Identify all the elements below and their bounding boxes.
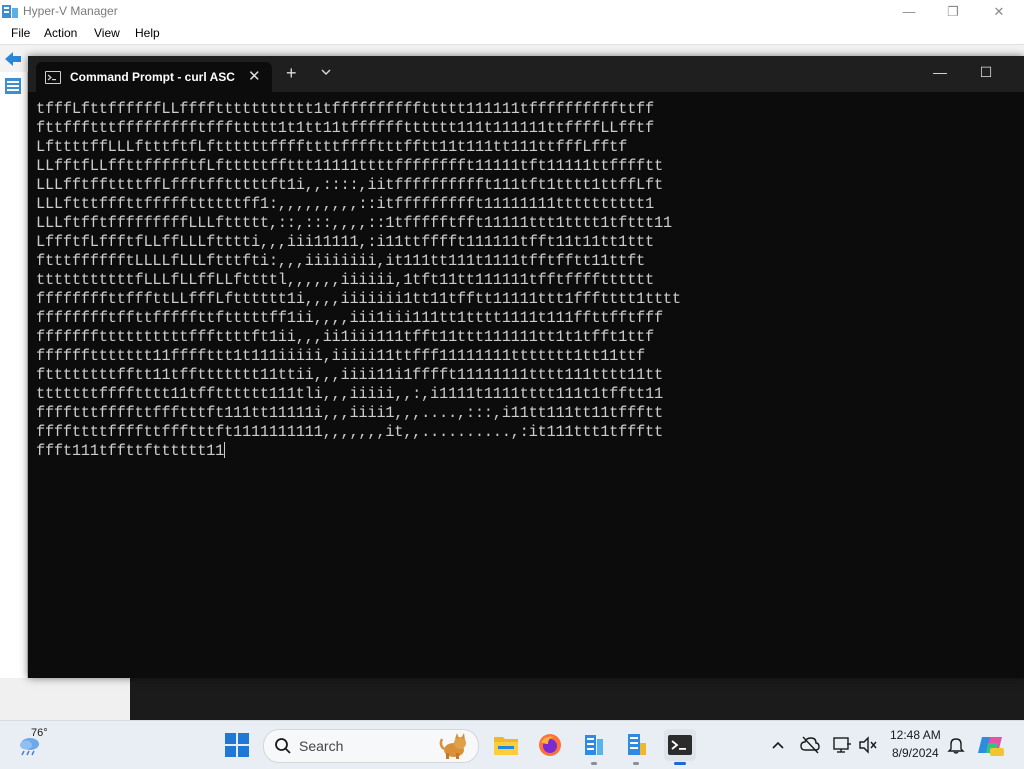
terminal-icon (668, 735, 692, 755)
bell-icon[interactable] (946, 735, 966, 755)
cmd-icon (45, 71, 61, 84)
hyperv-close-button[interactable]: ✕ (976, 0, 1022, 23)
terminal-line-text: ffft111tffttftttttt11 (36, 442, 225, 460)
active-indicator (674, 762, 686, 765)
hyperv-restore-button[interactable]: ❐ (930, 0, 976, 23)
terminal-line: ffffffffttfffttLLfffLftttttt1i,,,,iiiiii… (36, 290, 1016, 309)
terminal-app[interactable] (664, 729, 696, 765)
terminal-line: tfffLfttffffffLLffffttttttttttt1tfffffff… (36, 100, 1016, 119)
terminal-line-text: tfffLfttffffffLLffffttttttttttt1tfffffff… (36, 100, 654, 118)
terminal-minimize-button[interactable]: — (917, 56, 963, 92)
terminal-line-text: LffftfLffftfLLffLLLftttti,,,iii11111,:i1… (36, 233, 654, 251)
running-indicator (633, 762, 639, 765)
terminal-line-text: LLLftttfffttfffffttttttff1:,,,,,,,,,::it… (36, 195, 654, 213)
hyperv-title: Hyper-V Manager (23, 4, 118, 18)
terminal-line-text: fttttttttfftt11tffttttttt11ttii,,,iiii11… (36, 366, 663, 384)
hyperv-server-icon (585, 735, 603, 755)
weather-temperature: 76° (31, 727, 48, 739)
chevron-down-icon[interactable] (320, 66, 332, 78)
terminal-line: LLLftfftfffffffffLLLfttttt,::,:::,,,,::1… (36, 214, 1016, 233)
search-placeholder: Search (299, 738, 344, 754)
hyperv-app-icon (2, 5, 18, 18)
terminal-tab-title: Command Prompt - curl ASC (70, 70, 235, 84)
terminal-line: fttffftttffffffffftfffttttt1t1tt11tfffff… (36, 119, 1016, 138)
background-window-edge (130, 678, 1024, 720)
terminal-line-text: LLLftfftfffffffffLLLfttttt,::,:::,,,,::1… (36, 214, 672, 232)
terminal-tabbar: Command Prompt - curl ASC ✕ + — ☐ (28, 56, 1024, 92)
hyperv-tree-icon[interactable] (5, 78, 21, 94)
terminal-line: tttttttttttfLLLfLLffLLfttttl,,,,,,iiiiii… (36, 271, 1016, 290)
weather-widget[interactable]: 76° (18, 727, 78, 760)
terminal-line: ffft111tffttftttttt11 (36, 442, 1016, 461)
hyperv-minimize-button[interactable]: — (886, 0, 932, 23)
terminal-maximize-button[interactable]: ☐ (963, 56, 1009, 92)
terminal-output[interactable]: tfffLfttffffffLLffffttttttttttt1tfffffff… (36, 100, 1016, 670)
terminal-line-text: LfttttffLLLftttftfLfttttttffffttttfffftt… (36, 138, 628, 156)
menu-view[interactable]: View (94, 26, 120, 40)
terminal-line: LffftfLffftfLLffLLLftttti,,,iii11111,:i1… (36, 233, 1016, 252)
hyper-v-app-1[interactable] (578, 729, 610, 765)
menu-action[interactable]: Action (44, 26, 77, 40)
terminal-line-text: fffftttffffttffftttft111tt11111i,,,iiii1… (36, 404, 663, 422)
hyper-v-app-2[interactable] (620, 729, 652, 765)
taskbar-search-box[interactable]: Search (263, 729, 479, 763)
search-icon (275, 738, 291, 754)
terminal-line: ffffffttttttt11ffffttt1t111iiiii,iiiii11… (36, 347, 1016, 366)
terminal-line: fffffffftffttfffffttftttttff1ii,,,,iii1i… (36, 309, 1016, 328)
terminal-line-text: tttttttfffftttt11tfftttttt111tli,,,iiiii… (36, 385, 663, 403)
hyperv-titlebar: Hyper-V Manager — ❐ ✕ (0, 0, 1024, 23)
copilot-icon[interactable] (978, 733, 1004, 757)
hyperv-server-icon (628, 734, 646, 755)
terminal-line: fffftttffffttffftttft111tt11111i,,,iiii1… (36, 404, 1016, 423)
terminal-tab[interactable]: Command Prompt - curl ASC ✕ (36, 62, 272, 92)
terminal-line: LLLfftffttttffLffftfftttttft1i,,::::,iit… (36, 176, 1016, 195)
back-arrow-icon[interactable] (3, 51, 23, 67)
tab-close-icon[interactable]: ✕ (248, 67, 261, 85)
terminal-line-text: tttttttttttfLLLfLLffLLfttttl,,,,,,iiiiii… (36, 271, 654, 289)
terminal-line: fffffffttttttttttfffttttft1ii,,,ii1iii11… (36, 328, 1016, 347)
terminal-line: ftttfffffftLLLLfLLLftttfti:,,,iiiiiiii,i… (36, 252, 1016, 271)
clock-time: 12:48 AM (890, 728, 941, 742)
terminal-line: fttttttttfftt11tffttttttt11ttii,,,iiii11… (36, 366, 1016, 385)
terminal-line: LfttttffLLLftttftfLfttttttffffttttfffftt… (36, 138, 1016, 157)
taskbar: 76° Search 12:48 AM 8/9/2024 (0, 720, 1024, 769)
terminal-line-text: fffffffttttttttttfffttttft1ii,,,ii1iii11… (36, 328, 654, 346)
terminal-line: LLfftfLLffttffffftfLftttttffttt11111tttt… (36, 157, 1016, 176)
clock-date: 8/9/2024 (892, 746, 939, 760)
terminal-line: ffffttttffffttffftttft1111111111,,,,,,,i… (36, 423, 1016, 442)
windows-start-icon[interactable] (225, 733, 249, 757)
menu-help[interactable]: Help (135, 26, 160, 40)
terminal-line-text: ffffttttffffttffftttft1111111111,,,,,,,i… (36, 423, 663, 441)
chevron-up-icon[interactable] (768, 735, 788, 755)
terminal-line-text: ffffffffttfffttLLfffLftttttt1i,,,,iiiiii… (36, 290, 681, 308)
terminal-line-text: ffffffttttttt11ffffttt1t111iiiii,iiiii11… (36, 347, 646, 365)
cloud-off-icon[interactable] (800, 735, 820, 755)
menu-file[interactable]: File (11, 26, 30, 40)
monitor-icon[interactable] (832, 735, 852, 755)
text-cursor (224, 442, 226, 458)
terminal-line-text: fttffftttffffffffftfffttttt1t1tt11tfffff… (36, 119, 654, 137)
cat-highlight-icon (439, 733, 466, 759)
terminal-line-text: LLfftfLLffttffffftfLftttttffttt11111tttt… (36, 157, 663, 175)
terminal-line: tttttttfffftttt11tfftttttt111tli,,,iiiii… (36, 385, 1016, 404)
firefox-icon (539, 734, 561, 756)
running-indicator (591, 762, 597, 765)
terminal-line: LLLftttfffttfffffttttttff1:,,,,,,,,,::it… (36, 195, 1016, 214)
hyperv-menubar: File Action View Help (0, 23, 1024, 44)
hyperv-status-area (0, 678, 130, 720)
terminal-line-text: fffffffftffttfffffttftttttff1ii,,,,iii1i… (36, 309, 663, 327)
file-explorer-app[interactable] (490, 729, 522, 761)
terminal-line-text: ftttfffffftLLLLfLLLftttfti:,,,iiiiiiii,i… (36, 252, 646, 270)
system-tray: 12:48 AM 8/9/2024 (764, 721, 1024, 769)
ascii-art-output: tfffLfttffffffLLffffttttttttttt1tfffffff… (36, 100, 1016, 461)
hyperv-tree-pane (0, 72, 28, 696)
new-tab-button[interactable]: + (286, 63, 297, 84)
terminal-line-text: LLLfftffttttffLffftfftttttft1i,,::::,iit… (36, 176, 663, 194)
folder-icon (494, 737, 518, 755)
speaker-muted-icon[interactable] (858, 735, 878, 755)
firefox-app[interactable] (534, 729, 566, 761)
command-prompt-window: Command Prompt - curl ASC ✕ + — ☐ tfffLf… (28, 56, 1024, 678)
